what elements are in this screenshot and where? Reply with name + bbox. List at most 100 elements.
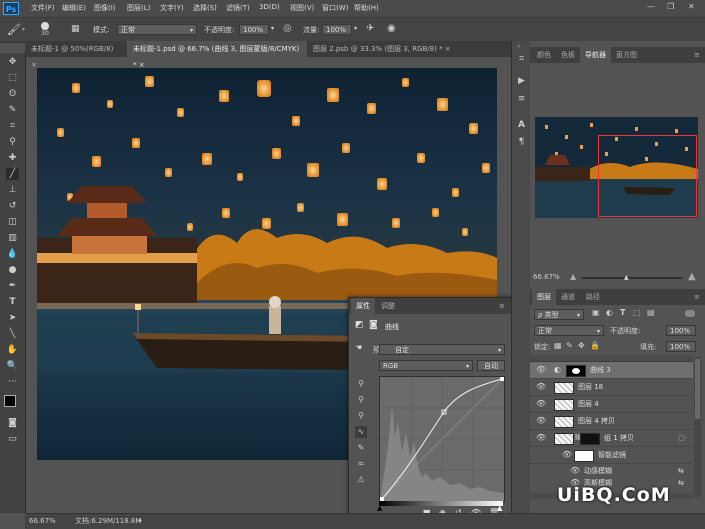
screen-mode-icon[interactable]: ▭ <box>6 433 19 445</box>
path-select-icon[interactable]: ➤ <box>6 312 19 324</box>
tab-layers[interactable]: 图层 <box>532 289 556 305</box>
on-image-adjust-icon[interactable]: ☚ <box>355 343 362 352</box>
brush-tool-icon[interactable]: ╱ <box>6 168 19 180</box>
tab-document-2[interactable]: 未标题-1.psd @ 66.7% (曲线 3, 图层蒙版/8/CMYK) * … <box>127 41 307 69</box>
brush-tool-icon[interactable]: 🖌 <box>7 23 21 36</box>
layer-mask-thumbnail[interactable] <box>566 365 586 377</box>
zoom-out-icon[interactable]: ▲ <box>570 272 576 281</box>
tab-navigator[interactable]: 导航器 <box>580 47 611 63</box>
minimize-icon[interactable]: — <box>647 2 655 11</box>
menu-view[interactable]: 视图(V) <box>290 3 314 13</box>
layer-row-layer-18[interactable]: 👁 图层 18 <box>530 379 693 396</box>
chevron-down-icon[interactable]: ▾ <box>354 25 357 32</box>
crop-tool-icon[interactable]: ⌗ <box>6 120 19 132</box>
zoom-tool-icon[interactable]: 🔍 <box>6 360 19 372</box>
mask-icon[interactable]: ◙ <box>369 320 378 330</box>
panel-menu-icon[interactable]: ≡ <box>694 289 700 305</box>
menu-image[interactable]: 图像(I) <box>94 3 116 13</box>
eyedropper-black-icon[interactable]: ⚲ <box>355 378 367 390</box>
more-tools-icon[interactable]: ··· <box>6 376 19 388</box>
filter-smart-icon[interactable]: ▤ <box>647 308 655 317</box>
layer-row-curves-3[interactable]: 👁 ◐ 曲线 3 <box>530 362 693 379</box>
visibility-eye-icon[interactable]: 👁 <box>536 430 546 446</box>
menu-type[interactable]: 文字(Y) <box>160 3 184 13</box>
black-point-slider-icon[interactable]: ▲ <box>377 504 382 512</box>
menu-edit[interactable]: 编辑(E) <box>62 3 86 13</box>
curves-graph[interactable] <box>379 376 505 502</box>
filter-mask-thumbnail[interactable] <box>574 450 594 462</box>
quick-select-tool-icon[interactable]: ✎ <box>6 104 19 116</box>
layers-scrollbar[interactable] <box>694 357 701 497</box>
lock-transparent-icon[interactable]: ▦ <box>554 341 562 350</box>
navigator-zoom-slider[interactable] <box>582 277 682 279</box>
auto-button[interactable]: 自动 <box>477 360 505 371</box>
menu-help[interactable]: 帮助(H) <box>354 3 379 13</box>
chevron-down-icon[interactable]: ▾ <box>271 25 274 32</box>
tab-adjustments[interactable]: 调整 <box>376 298 400 314</box>
tab-swatches[interactable]: 色板 <box>556 47 580 63</box>
channel-select[interactable]: RGB ▾ <box>379 360 473 371</box>
zoom-level[interactable]: 66.67% <box>29 514 56 528</box>
pencil-icon[interactable]: ✎ <box>355 442 367 454</box>
tab-document-1[interactable]: 未标题-1 @ 50%(RGB/8) × <box>25 41 127 69</box>
tab-histogram[interactable]: 直方图 <box>611 47 642 63</box>
fill-input[interactable]: 100% <box>666 341 696 352</box>
filter-type-icon[interactable]: T <box>620 308 625 317</box>
pressure-opacity-icon[interactable]: ◎ <box>283 23 292 34</box>
scrollbar-thumb[interactable] <box>695 359 700 419</box>
tab-color[interactable]: 颜色 <box>532 47 556 63</box>
tab-document-3[interactable]: 图层 2.psb @ 33.3% (图层 3, RGB/8) * × <box>307 41 457 57</box>
filter-toggle[interactable] <box>685 310 695 317</box>
lasso-tool-icon[interactable]: ʘ <box>6 88 19 100</box>
visibility-eye-icon[interactable]: 👁 <box>536 379 546 395</box>
smooth-icon[interactable]: ≈ <box>355 458 367 470</box>
navigator-view-box[interactable] <box>598 135 697 217</box>
dodge-tool-icon[interactable]: ● <box>6 264 19 276</box>
blend-mode-select[interactable]: 正常 ▾ <box>534 325 604 336</box>
dropdown-arrow-icon[interactable]: ▾ <box>22 26 25 33</box>
pen-tool-icon[interactable]: ✒ <box>6 280 19 292</box>
history-brush-icon[interactable]: ↺ <box>6 200 19 212</box>
brush-panel-icon[interactable]: ▦ <box>71 24 80 34</box>
menu-file[interactable]: 文件(F) <box>31 3 55 13</box>
gradient-tool-icon[interactable]: ▥ <box>6 232 19 244</box>
history-panel-icon[interactable]: ⌗ <box>515 53 528 66</box>
eyedropper-white-icon[interactable]: ⚲ <box>355 410 367 422</box>
tab-channels[interactable]: 通道 <box>556 289 580 305</box>
eyedropper-tool-icon[interactable]: ⚲ <box>6 136 19 148</box>
visibility-eye-icon[interactable]: 👁 <box>536 413 546 429</box>
navigator-zoom[interactable]: 66.67% <box>533 273 560 281</box>
lock-position-icon[interactable]: ✥ <box>578 341 585 350</box>
clipping-warning-icon[interactable]: ⚠ <box>355 474 367 486</box>
quick-mask-icon[interactable]: ◙ <box>6 417 19 429</box>
layer-row-layer-4[interactable]: 👁 图层 4 <box>530 396 693 413</box>
status-arrow-icon[interactable]: ▸ <box>139 514 142 528</box>
move-tool-icon[interactable]: ✥ <box>6 56 19 68</box>
layer-filter-select[interactable]: ρ 类型 ▾ <box>534 309 584 320</box>
blur-tool-icon[interactable]: 💧 <box>6 248 19 260</box>
adjustments-panel-icon[interactable]: ≡ <box>515 93 528 106</box>
curve-edit-icon[interactable]: ∿ <box>355 426 367 438</box>
eyedropper-gray-icon[interactable]: ⚲ <box>355 394 367 406</box>
character-panel-icon[interactable]: A <box>515 119 528 132</box>
airbrush-icon[interactable]: ✈ <box>366 23 374 34</box>
panel-menu-icon[interactable]: ≡ <box>694 47 700 63</box>
marquee-tool-icon[interactable]: ⬚ <box>6 72 19 84</box>
brush-preset-picker[interactable]: 30 <box>36 21 54 39</box>
layer-opacity-input[interactable]: 100% <box>666 325 696 336</box>
visibility-eye-icon[interactable]: 👁 <box>536 362 546 378</box>
opacity-input[interactable]: 100% <box>239 24 269 35</box>
tab-paths[interactable]: 路径 <box>581 289 605 305</box>
pressure-size-icon[interactable]: ◉ <box>387 23 396 34</box>
layer-row-layer-4-copy[interactable]: 👁 图层 4 拷贝 <box>530 413 693 430</box>
layer-row-partial[interactable] <box>530 355 693 362</box>
filter-options-icon[interactable]: ⇆ <box>678 475 684 491</box>
eraser-tool-icon[interactable]: ◫ <box>6 216 19 228</box>
filter-shape-icon[interactable]: ⬚ <box>633 308 641 317</box>
visibility-eye-icon[interactable]: 👁 <box>562 447 572 463</box>
hand-tool-icon[interactable]: ✋ <box>6 344 19 356</box>
zoom-slider-handle-icon[interactable]: ▲ <box>624 274 629 281</box>
navigator-thumbnail[interactable] <box>535 117 698 218</box>
menu-3d[interactable]: 3D(D) <box>259 3 280 11</box>
panel-menu-icon[interactable]: ≡ <box>499 298 505 314</box>
